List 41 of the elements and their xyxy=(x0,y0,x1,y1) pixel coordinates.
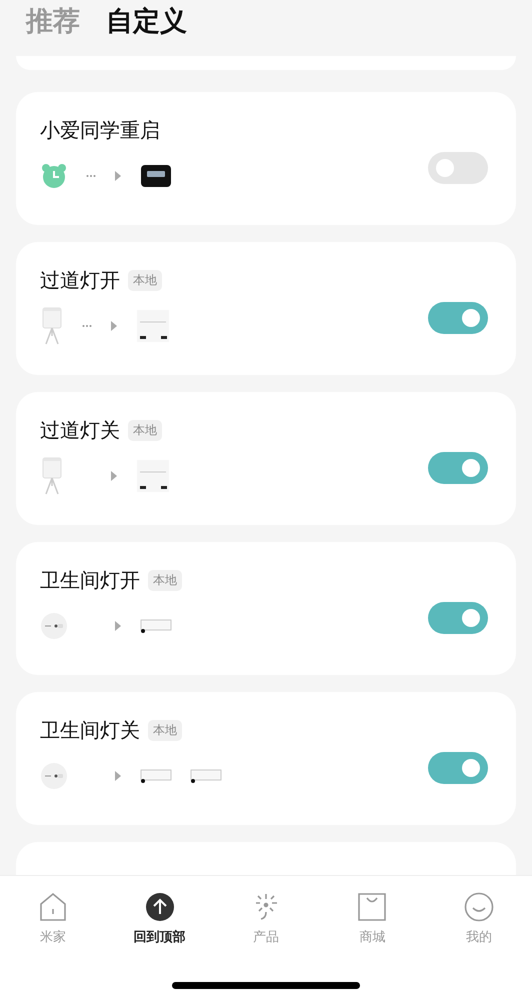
toggle-switch[interactable] xyxy=(428,152,488,184)
play-arrow-icon xyxy=(110,320,118,332)
light-strip-icon xyxy=(140,618,172,634)
scene-card[interactable]: 过道灯关 本地 xyxy=(16,392,516,525)
tab[interactable]: 自定义 xyxy=(106,3,187,39)
toggle-switch[interactable] xyxy=(428,452,488,484)
switch-controller-icon xyxy=(136,308,170,344)
motion-sensor-icon xyxy=(40,306,64,346)
scene-title: 过道灯开 xyxy=(40,266,120,294)
local-tag: 本地 xyxy=(128,270,162,290)
local-tag: 本地 xyxy=(148,570,182,590)
play-arrow-icon xyxy=(114,170,122,182)
alarm-clock-icon xyxy=(40,162,68,190)
wireless-switch-icon xyxy=(40,612,68,640)
light-strip-icon xyxy=(140,768,172,784)
wireless-switch-icon xyxy=(40,762,68,790)
scene-title: 过道灯关 xyxy=(40,416,120,444)
scene-card[interactable]: 过道灯开 本地 xyxy=(16,242,516,375)
shopping-bag-icon xyxy=(357,892,388,922)
play-arrow-icon xyxy=(110,470,118,482)
motion-sensor-icon xyxy=(40,456,64,496)
switch-controller-icon xyxy=(136,458,170,494)
smart-display-icon xyxy=(140,164,172,188)
scene-card[interactable]: 卫生间灯关 本地 xyxy=(16,692,516,825)
scene-card[interactable]: 卫生间灯开 本地 xyxy=(16,542,516,675)
nav-tab[interactable]: 回到顶部 xyxy=(114,892,205,946)
toggle-switch[interactable] xyxy=(428,752,488,784)
play-arrow-icon xyxy=(114,770,122,782)
scene-card[interactable]: 小爱同学重启 xyxy=(16,92,516,225)
scene-title: 卫生间灯开 xyxy=(40,566,140,594)
toggle-switch[interactable] xyxy=(428,302,488,334)
local-tag: 本地 xyxy=(128,420,162,440)
local-tag: 本地 xyxy=(148,720,182,740)
play-arrow-icon xyxy=(114,620,122,632)
arrow-up-icon xyxy=(144,892,175,922)
house-icon xyxy=(38,892,68,922)
smiley-icon xyxy=(464,892,494,922)
light-strip-icon xyxy=(190,768,222,784)
scene-title: 小爱同学重启 xyxy=(40,116,160,144)
toggle-switch[interactable] xyxy=(428,602,488,634)
scene-title: 卫生间灯关 xyxy=(40,716,140,744)
